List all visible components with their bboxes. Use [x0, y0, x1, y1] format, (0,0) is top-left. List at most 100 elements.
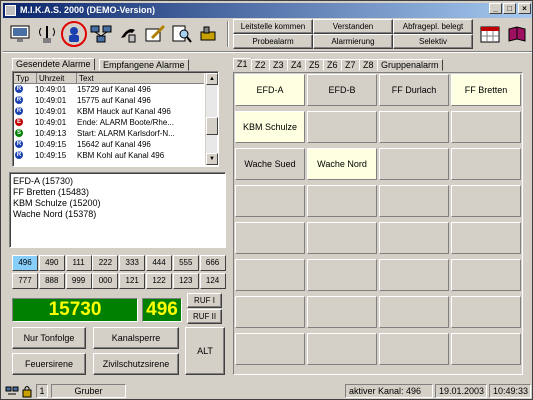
monitor-icon[interactable]	[7, 21, 33, 47]
network-icon[interactable]	[88, 21, 114, 47]
grid-cell[interactable]: Wache Nord	[307, 148, 377, 180]
grid-cell[interactable]	[451, 185, 521, 217]
alt-button[interactable]: ALT	[185, 327, 225, 375]
channel-button[interactable]: 123	[172, 273, 199, 289]
zivilschutzsirene-button[interactable]: Zivilschutzsirene	[93, 353, 179, 375]
channel-button[interactable]: 490	[38, 255, 65, 271]
grid-cell[interactable]	[379, 296, 449, 328]
close-button[interactable]: ×	[518, 3, 531, 14]
grid-cell[interactable]	[451, 111, 521, 143]
header-uhrzeit[interactable]: Uhrzeit	[36, 73, 64, 84]
ruf-1-button[interactable]: RUF I	[187, 293, 222, 308]
tab-empfangene-alarme[interactable]: Empfangene Alarme	[99, 59, 189, 71]
channel-button[interactable]: 111	[65, 255, 92, 271]
grid-cell[interactable]: FF Durlach	[379, 74, 449, 106]
grid-cell[interactable]	[235, 222, 305, 254]
alarmierung-button[interactable]: Alarmierung	[313, 34, 393, 49]
channel-button[interactable]: 888	[38, 273, 65, 289]
grid-cell[interactable]: KBM Schulze	[235, 111, 305, 143]
grid-cell[interactable]	[379, 148, 449, 180]
tab-zone[interactable]: Gruppenalarm	[377, 59, 443, 71]
grid-cell[interactable]	[235, 185, 305, 217]
channel-button[interactable]: 666	[199, 255, 226, 271]
grid-cell[interactable]	[451, 296, 521, 328]
edit-icon[interactable]	[142, 21, 168, 47]
grid-cell[interactable]	[379, 111, 449, 143]
grid-cell[interactable]	[451, 148, 521, 180]
tab-zone[interactable]: Z3	[269, 59, 288, 71]
radio-tower-icon[interactable]	[34, 21, 60, 47]
person-icon[interactable]	[61, 21, 87, 47]
table-row[interactable]: R 10:49:15 KBM Kohl auf Kanal 496	[15, 151, 193, 161]
scroll-up-icon[interactable]: ▲	[206, 73, 218, 85]
feuersirene-button[interactable]: Feuersirene	[12, 353, 86, 375]
grid-cell[interactable]	[307, 222, 377, 254]
channel-button[interactable]: 000	[92, 273, 119, 289]
grid-cell[interactable]: Wache Sued	[235, 148, 305, 180]
maximize-button[interactable]: □	[503, 3, 516, 14]
grid-cell[interactable]	[307, 259, 377, 291]
grid-cell[interactable]	[379, 185, 449, 217]
grid-cell[interactable]: FF Bretten	[451, 74, 521, 106]
grid-cell[interactable]	[307, 185, 377, 217]
grid-cell[interactable]	[235, 296, 305, 328]
header-typ[interactable]: Typ	[16, 73, 29, 84]
channel-button[interactable]: 121	[119, 273, 146, 289]
channel-button[interactable]: 999	[65, 273, 92, 289]
selektiv-button[interactable]: Selektiv	[393, 34, 473, 49]
minimize-button[interactable]: _	[489, 3, 502, 14]
channel-button[interactable]: 124	[199, 273, 226, 289]
ruf-2-button[interactable]: RUF II	[187, 309, 222, 324]
search-icon[interactable]	[169, 21, 195, 47]
channel-button[interactable]: 555	[172, 255, 199, 271]
channel-button[interactable]: 122	[146, 273, 172, 289]
grid-cell[interactable]	[235, 333, 305, 365]
nur-tonfolge-button[interactable]: Nur Tonfolge	[12, 327, 86, 349]
grid-cell[interactable]	[379, 259, 449, 291]
tab-gesendete-alarme[interactable]: Gesendete Alarme	[12, 58, 95, 70]
probealarm-button[interactable]: Probealarm	[233, 34, 313, 49]
grid-cell[interactable]	[307, 333, 377, 365]
alarm-list-scrollbar[interactable]: ▲ ▼	[205, 73, 218, 165]
calendar-icon[interactable]	[477, 21, 503, 47]
tab-zone[interactable]: Z8	[359, 59, 378, 71]
grid-cell[interactable]	[379, 222, 449, 254]
tab-zone[interactable]: Z2	[251, 59, 270, 71]
grid-cell[interactable]	[307, 111, 377, 143]
channel-button[interactable]: 333	[119, 255, 146, 271]
tab-zone[interactable]: Z1	[233, 58, 252, 70]
grid-cell[interactable]	[451, 259, 521, 291]
abfragepl-belegt-button[interactable]: Abfragepl. belegt	[393, 19, 473, 34]
scroll-down-icon[interactable]: ▼	[206, 153, 218, 165]
channel-button[interactable]: 222	[92, 255, 119, 271]
tab-zone[interactable]: Z7	[341, 59, 360, 71]
table-row[interactable]: E 10:49:01 Ende: ALARM Boote/Rhe...	[15, 118, 193, 128]
book-icon[interactable]	[504, 21, 530, 47]
grid-cell[interactable]	[379, 333, 449, 365]
channel-button[interactable]: 496	[12, 255, 38, 271]
tab-zone[interactable]: Z5	[305, 59, 324, 71]
scroll-thumb[interactable]	[206, 117, 218, 135]
grid-cell[interactable]: EFD-A	[235, 74, 305, 106]
verstanden-button[interactable]: Verstanden	[313, 19, 393, 34]
table-row[interactable]: S 10:49:13 Start: ALARM Karlsdorf-N...	[15, 129, 193, 139]
phone-icon[interactable]	[115, 21, 141, 47]
channel-button[interactable]: 444	[146, 255, 172, 271]
table-row[interactable]: R 10:49:01 15775 auf Kanal 496	[15, 96, 193, 106]
table-row[interactable]: R 10:49:01 KBM Hauck auf Kanal 496	[15, 107, 193, 117]
grid-cell[interactable]	[451, 222, 521, 254]
alarm-list[interactable]: Typ Uhrzeit Text R 10:49:01 15729 auf Kana…	[12, 71, 219, 167]
leitstelle-kommen-button[interactable]: Leitstelle kommen	[233, 19, 313, 34]
table-row[interactable]: R 10:49:01 15729 auf Kanal 496	[15, 85, 193, 95]
kanalsperre-button[interactable]: Kanalsperre	[93, 327, 179, 349]
channel-button[interactable]: 777	[12, 273, 38, 289]
grid-cell[interactable]: EFD-B	[307, 74, 377, 106]
grid-cell[interactable]	[307, 296, 377, 328]
grid-cell[interactable]	[451, 333, 521, 365]
header-text[interactable]: Text	[76, 73, 94, 84]
tab-zone[interactable]: Z4	[287, 59, 306, 71]
grid-cell[interactable]	[235, 259, 305, 291]
table-row[interactable]: R 10:49:15 15642 auf Kanal 496	[15, 140, 193, 150]
tools-icon[interactable]	[196, 21, 222, 47]
tab-zone[interactable]: Z6	[323, 59, 342, 71]
